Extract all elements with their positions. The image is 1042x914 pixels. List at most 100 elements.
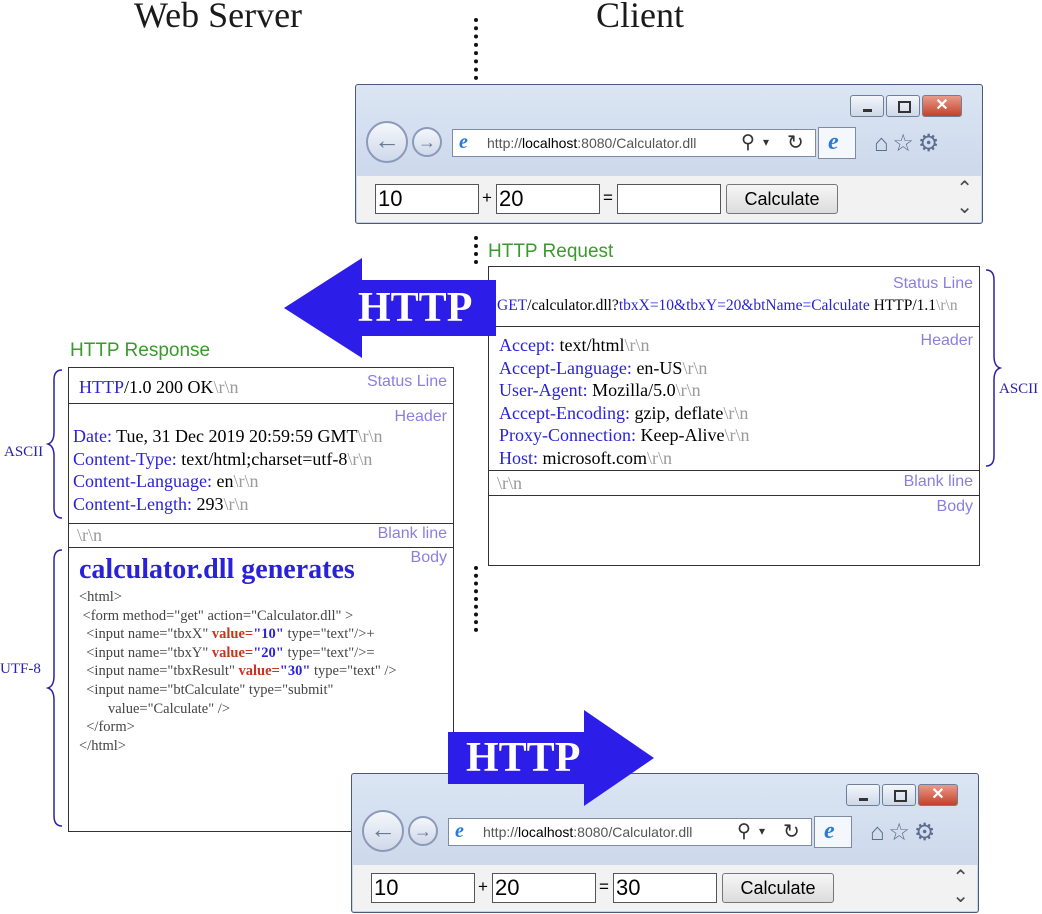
- forward-arrow-icon: →: [414, 821, 432, 841]
- divider-bottom: [474, 566, 482, 632]
- equals-label: =: [603, 188, 613, 207]
- blank-line-label: Blank line: [903, 473, 973, 490]
- header-row: Accept-Encoding: gzip, deflate\r\n: [499, 402, 749, 423]
- close-button-bottom[interactable]: ✕: [918, 784, 958, 806]
- plus-label-bottom: +: [478, 877, 488, 896]
- client-heading: Client: [596, 0, 684, 35]
- request-blank-section: \r\n Blank line: [489, 471, 979, 496]
- minimize-button[interactable]: [850, 95, 884, 117]
- calculate-button-bottom[interactable]: Calculate: [722, 873, 834, 903]
- response-utf8-brace: [45, 549, 63, 827]
- address-bar[interactable]: e http://localhost:8080/Calculator.dll ⚲…: [452, 129, 816, 157]
- http-response-title: HTTP Response: [70, 340, 211, 361]
- html-code-block: <html> <form method="get" action="Calcul…: [79, 589, 397, 754]
- response-status-line-label: Status Line: [366, 373, 447, 390]
- dropdown-icon[interactable]: ▾: [763, 135, 769, 150]
- body-title: calculator.dll generates: [79, 554, 355, 585]
- forward-button-bottom[interactable]: →: [408, 816, 438, 846]
- tbx-result-input-bottom[interactable]: 30: [613, 873, 717, 903]
- response-header-section: Header Date: Tue, 31 Dec 2019 20:59:59 G…: [69, 404, 453, 524]
- response-header-label: Header: [394, 408, 447, 425]
- browser-tab[interactable]: e: [818, 127, 856, 159]
- request-status-line: GET/calculator.dll?tbxX=10&tbxY=20&btNam…: [497, 297, 958, 314]
- search-icon[interactable]: ⚲: [741, 131, 755, 154]
- response-blank-crlf: \r\n: [77, 525, 102, 545]
- toolbar-icons-bottom: ⌂☆⚙: [870, 818, 939, 847]
- browser-window-top: ✕ ← → e http://localhost:8080/Calculator…: [355, 84, 983, 224]
- toolbar-icons: ⌂☆⚙: [874, 129, 943, 158]
- ie-favicon-icon: e: [455, 820, 464, 842]
- http-request-title: HTTP Request: [488, 241, 614, 262]
- back-button[interactable]: ←: [366, 121, 408, 163]
- header-row: Content-Language: en\r\n: [73, 471, 259, 491]
- response-blank-section: \r\n Blank line: [69, 524, 453, 548]
- request-status-section: Status Line GET/calculator.dll?tbxX=10&t…: [489, 267, 979, 327]
- request-body-section: Body: [489, 496, 979, 566]
- forward-button[interactable]: →: [412, 127, 442, 157]
- equals-label-bottom: =: [599, 877, 609, 896]
- http-request-box: Status Line GET/calculator.dll?tbxX=10&t…: [488, 266, 980, 566]
- gear-icon[interactable]: ⚙: [914, 820, 940, 846]
- divider-top: [474, 18, 482, 80]
- dropdown-icon[interactable]: ▾: [759, 824, 765, 839]
- scrollbar-bottom[interactable]: ⌃ ⌄: [952, 868, 969, 907]
- address-bar-bottom[interactable]: e http://localhost:8080/Calculator.dll ⚲…: [448, 818, 812, 846]
- search-icon[interactable]: ⚲: [737, 820, 751, 843]
- http-response-box: Status Line HTTP/1.0 200 OK\r\n Header D…: [68, 367, 454, 832]
- refresh-icon[interactable]: ↻: [787, 130, 804, 155]
- forward-arrow-icon: →: [418, 132, 436, 152]
- tbx-x-input[interactable]: 10: [375, 184, 479, 214]
- back-arrow-icon: ←: [370, 815, 396, 844]
- header-row: Proxy-Connection: Keep-Alive\r\n: [499, 425, 750, 445]
- url-text-bottom: http://localhost:8080/Calculator.dll: [483, 824, 693, 840]
- page-content-top: 10 + 20 = Calculate ⌃ ⌄: [357, 176, 981, 222]
- request-header-section: Header Accept: text/html\r\n Accept-Langu…: [489, 327, 979, 471]
- response-status-section: Status Line HTTP/1.0 200 OK\r\n: [69, 368, 453, 404]
- header-row: Date: Tue, 31 Dec 2019 20:59:59 GMT\r\n: [73, 426, 383, 446]
- header-row: Content-Type: text/html;charset=utf-8\r\…: [73, 448, 373, 469]
- ie-favicon-icon: e: [459, 131, 468, 153]
- back-button-bottom[interactable]: ←: [362, 810, 404, 852]
- body-label: Body: [936, 498, 973, 515]
- header-row: Content-Length: 293\r\n: [73, 493, 249, 514]
- response-ascii-brace: [45, 369, 63, 519]
- gear-icon[interactable]: ⚙: [918, 131, 944, 157]
- home-icon[interactable]: ⌂: [874, 131, 892, 157]
- tbx-result-input[interactable]: [617, 184, 721, 214]
- ie-tab-icon: e: [828, 129, 839, 155]
- page-content-bottom: 10 + 20 = 30 Calculate ⌃ ⌄: [353, 865, 977, 911]
- back-arrow-icon: ←: [374, 126, 400, 155]
- ie-tab-icon: e: [824, 818, 835, 844]
- blank-crlf: \r\n: [497, 473, 522, 493]
- minimize-button-bottom[interactable]: [846, 784, 880, 806]
- web-server-heading: Web Server: [134, 0, 303, 35]
- scroll-down-icon[interactable]: ⌄: [952, 885, 969, 907]
- tbx-y-input-bottom[interactable]: 20: [492, 873, 596, 903]
- response-body-label: Body: [410, 549, 447, 566]
- plus-label: +: [482, 188, 492, 207]
- header-row: Host: microsoft.com\r\n: [499, 447, 672, 468]
- header-row: Accept: text/html\r\n: [499, 335, 650, 355]
- http-arrow-label-right: HTTP: [466, 735, 581, 781]
- response-status-line: HTTP/1.0 200 OK\r\n: [79, 377, 239, 397]
- browser-window-bottom: ✕ ← → e http://localhost:8080/Calculator…: [351, 773, 979, 913]
- star-icon[interactable]: ☆: [892, 131, 918, 157]
- tbx-y-input[interactable]: 20: [496, 184, 600, 214]
- status-line-label: Status Line: [892, 275, 973, 292]
- calculate-button[interactable]: Calculate: [726, 184, 838, 214]
- header-row: User-Agent: Mozilla/5.0\r\n: [499, 380, 701, 400]
- home-icon[interactable]: ⌂: [870, 820, 888, 846]
- request-ascii-label: ASCII: [999, 381, 1039, 397]
- refresh-icon[interactable]: ↻: [783, 819, 800, 844]
- http-arrow-label-left: HTTP: [358, 285, 473, 331]
- maximize-button[interactable]: [886, 95, 920, 117]
- star-icon[interactable]: ☆: [888, 820, 914, 846]
- maximize-button-bottom[interactable]: [882, 784, 916, 806]
- tbx-x-input-bottom[interactable]: 10: [371, 873, 475, 903]
- scrollbar[interactable]: ⌃ ⌄: [956, 179, 973, 218]
- close-button[interactable]: ✕: [922, 95, 962, 117]
- response-blank-line-label: Blank line: [377, 525, 447, 542]
- browser-tab-bottom[interactable]: e: [814, 816, 852, 848]
- scroll-down-icon[interactable]: ⌄: [956, 196, 973, 218]
- header-row: Accept-Language: en-US\r\n: [499, 357, 708, 378]
